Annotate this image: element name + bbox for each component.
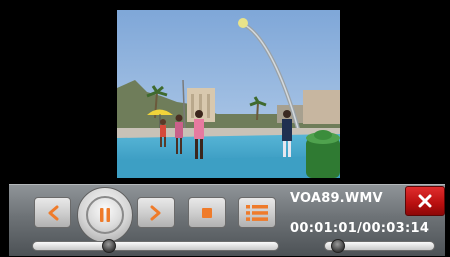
seek-bar[interactable]: [32, 239, 279, 253]
volume-slider[interactable]: [324, 239, 435, 253]
seek-thumb[interactable]: [101, 239, 116, 253]
playback-timecode: 00:01:01/00:03:14: [290, 221, 430, 236]
volume-thumb[interactable]: [331, 239, 346, 253]
play-pause-button[interactable]: [77, 187, 133, 243]
stop-icon: [202, 207, 212, 218]
close-icon: [418, 194, 432, 208]
stop-button[interactable]: [188, 197, 226, 228]
media-filename: VOA89.WMV: [290, 191, 383, 206]
pause-icon: [100, 208, 110, 222]
close-button[interactable]: [405, 186, 445, 216]
chevron-right-icon: [150, 205, 161, 220]
playlist-button[interactable]: [238, 197, 276, 228]
previous-button[interactable]: [34, 197, 71, 228]
play-pause-ring: [86, 196, 124, 234]
control-bar: VOA89.WMV 00:01:01/00:03:14: [9, 184, 445, 256]
media-player-window: VOA89.WMV 00:01:01/00:03:14: [0, 0, 450, 257]
video-frame[interactable]: [117, 10, 340, 178]
chevron-left-icon: [48, 205, 58, 220]
next-button[interactable]: [137, 197, 175, 228]
playlist-icon: [246, 204, 268, 221]
video-scene-image: [117, 10, 340, 178]
